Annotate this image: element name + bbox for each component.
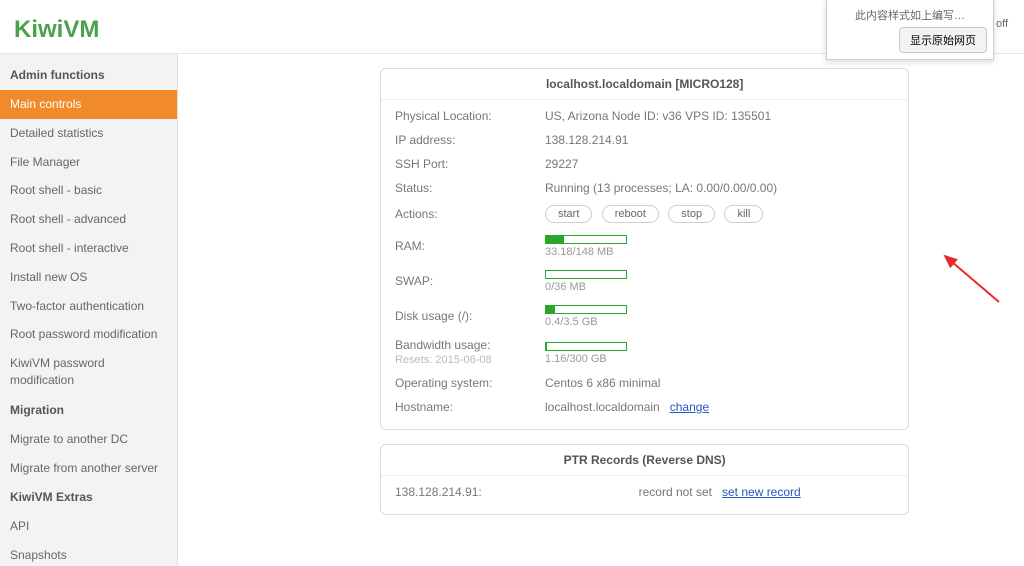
ptr-body: 138.128.214.91: record not set set new r…: [381, 476, 908, 514]
value: Centos 6 x86 minimal: [545, 376, 894, 390]
disk-text: 0.4/3.5 GB: [545, 316, 894, 328]
label: Status:: [395, 181, 545, 195]
sidebar-item-install-new-os[interactable]: Install new OS: [0, 263, 177, 292]
swap-text: 0/36 MB: [545, 281, 894, 293]
label: IP address:: [395, 133, 545, 147]
label: Actions:: [395, 207, 545, 221]
value: US, Arizona Node ID: v36 VPS ID: 135501: [545, 109, 894, 123]
ptr-row: 138.128.214.91: record not set set new r…: [395, 480, 894, 504]
sidebar: Admin functionsMain controlsDetailed sta…: [0, 54, 178, 566]
value: 29227: [545, 157, 894, 171]
row-swap: SWAP: 0/36 MB: [395, 263, 894, 298]
sidebar-section-head: KiwiVM Extras: [0, 482, 177, 512]
stop-button[interactable]: stop: [668, 205, 715, 223]
sidebar-item-two-factor-authentication[interactable]: Two-factor authentication: [0, 292, 177, 321]
actions-buttons: start reboot stop kill: [545, 205, 894, 223]
meter-fill: [546, 236, 564, 243]
value: 138.128.214.91: [545, 133, 894, 147]
content: localhost.localdomain [MICRO128] Physica…: [178, 54, 1024, 566]
sidebar-item-root-shell-interactive[interactable]: Root shell - interactive: [0, 234, 177, 263]
meter-fill: [546, 306, 555, 313]
sidebar-section-head: Migration: [0, 395, 177, 425]
show-original-button[interactable]: 显示原始网页: [899, 27, 987, 53]
bw-text: 1.16/300 GB: [545, 353, 894, 365]
meter-fill: [546, 343, 547, 350]
sidebar-item-file-manager[interactable]: File Manager: [0, 148, 177, 177]
start-button[interactable]: start: [545, 205, 592, 223]
translate-popup: 此内容样式如上编写… 显示原始网页: [826, 0, 994, 60]
set-ptr-link[interactable]: set new record: [722, 485, 801, 499]
main-layout: Admin functionsMain controlsDetailed sta…: [0, 54, 1024, 566]
row-disk: Disk usage (/): 0.4/3.5 GB: [395, 298, 894, 333]
value: 1.16/300 GB: [545, 340, 894, 365]
row-ip: IP address: 138.128.214.91: [395, 128, 894, 152]
value: localhost.localdomain change: [545, 400, 894, 414]
ptr-text: record not set: [639, 485, 712, 499]
topbar-right-partial: off: [996, 18, 1024, 30]
vps-panel-title: localhost.localdomain [MICRO128]: [381, 69, 908, 100]
sidebar-item-api[interactable]: API: [0, 512, 177, 541]
bw-sublabel: Resets: 2015-06-08: [395, 354, 545, 366]
hostname-value: localhost.localdomain: [545, 400, 660, 414]
kill-button[interactable]: kill: [724, 205, 763, 223]
sidebar-item-kiwivm-password-modification[interactable]: KiwiVM password modification: [0, 349, 177, 395]
arrow-annotation-icon: [939, 252, 1009, 312]
meter-bandwidth: [545, 342, 627, 351]
meter-disk: [545, 305, 627, 314]
change-hostname-link[interactable]: change: [670, 400, 709, 414]
value: Running (13 processes; LA: 0.00/0.00/0.0…: [545, 181, 894, 195]
sidebar-item-migrate-to-another-dc[interactable]: Migrate to another DC: [0, 425, 177, 454]
row-actions: Actions: start reboot stop kill: [395, 200, 894, 228]
label: Bandwidth usage: Resets: 2015-06-08: [395, 338, 545, 366]
bw-label: Bandwidth usage:: [395, 338, 490, 352]
row-ram: RAM: 33.18/148 MB: [395, 228, 894, 263]
row-bandwidth: Bandwidth usage: Resets: 2015-06-08 1.16…: [395, 333, 894, 371]
meter-ram: [545, 235, 627, 244]
ptr-panel: PTR Records (Reverse DNS) 138.128.214.91…: [380, 444, 909, 515]
row-os: Operating system: Centos 6 x86 minimal: [395, 371, 894, 395]
label: Disk usage (/):: [395, 309, 545, 323]
value: 33.18/148 MB: [545, 233, 894, 258]
sidebar-item-snapshots[interactable]: Snapshots: [0, 541, 177, 566]
label: Hostname:: [395, 400, 545, 414]
value: 0/36 MB: [545, 268, 894, 293]
sidebar-item-root-shell-advanced[interactable]: Root shell - advanced: [0, 205, 177, 234]
sidebar-item-detailed-statistics[interactable]: Detailed statistics: [0, 119, 177, 148]
row-status: Status: Running (13 processes; LA: 0.00/…: [395, 176, 894, 200]
sidebar-section-head: Admin functions: [0, 60, 177, 90]
sidebar-item-root-shell-basic[interactable]: Root shell - basic: [0, 176, 177, 205]
value: 0.4/3.5 GB: [545, 303, 894, 328]
ptr-ip: 138.128.214.91:: [395, 485, 545, 499]
label: SWAP:: [395, 274, 545, 288]
label: RAM:: [395, 239, 545, 253]
row-hostname: Hostname: localhost.localdomain change: [395, 395, 894, 419]
label: SSH Port:: [395, 157, 545, 171]
sidebar-item-migrate-from-another-server[interactable]: Migrate from another server: [0, 454, 177, 483]
sidebar-item-main-controls[interactable]: Main controls: [0, 90, 177, 119]
reboot-button[interactable]: reboot: [602, 205, 659, 223]
vps-info-panel: localhost.localdomain [MICRO128] Physica…: [380, 68, 909, 430]
vps-panel-body: Physical Location: US, Arizona Node ID: …: [381, 100, 908, 429]
top-bar: KiwiVM 此内容样式如上编写… 显示原始网页 off: [0, 0, 1024, 54]
meter-swap: [545, 270, 627, 279]
label: Physical Location:: [395, 109, 545, 123]
ptr-value: record not set set new record: [545, 485, 894, 499]
ptr-title: PTR Records (Reverse DNS): [381, 445, 908, 476]
label: Operating system:: [395, 376, 545, 390]
sidebar-item-root-password-modification[interactable]: Root password modification: [0, 320, 177, 349]
ram-text: 33.18/148 MB: [545, 246, 894, 258]
popup-text: 此内容样式如上编写…: [833, 5, 987, 27]
row-ssh: SSH Port: 29227: [395, 152, 894, 176]
row-physical-location: Physical Location: US, Arizona Node ID: …: [395, 104, 894, 128]
